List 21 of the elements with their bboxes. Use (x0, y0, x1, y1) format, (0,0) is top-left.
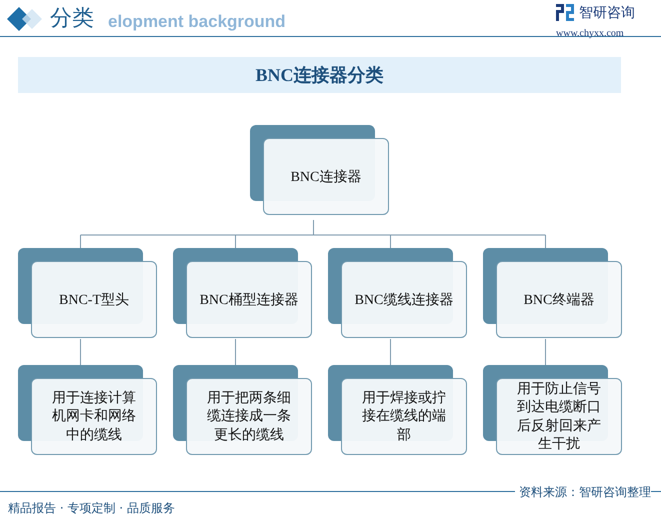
header-subtitle: elopment background (108, 12, 286, 32)
category-node: BNC缆线连接器 (341, 261, 467, 338)
connector-line (235, 338, 236, 366)
description-node: 用于把两条细缆连接成一条更长的缆线 (186, 378, 312, 455)
website-url: www.chyxx.com (556, 28, 624, 38)
title-banner: BNC连接器分类 (18, 57, 621, 93)
logo-name: 智研咨询 (579, 4, 635, 22)
category-node: BNC终端器 (496, 261, 622, 338)
description-node: 用于连接计算机网卡和网络中的缆线 (31, 378, 157, 455)
root-node: BNC连接器 (263, 138, 389, 215)
description-node: 用于焊接或拧接在缆线的端部 (341, 378, 467, 455)
logo-icon (556, 4, 574, 21)
connector-line (390, 338, 391, 366)
category-node: BNC-T型头 (31, 261, 157, 338)
connector-line (80, 338, 81, 366)
header-title: 分类 (50, 5, 94, 33)
connector-line (545, 338, 546, 366)
category-node: BNC桶型连接器 (186, 261, 312, 338)
source-note: 资料来源：智研咨询整理 (515, 484, 651, 501)
footer-slogan: 精品报告 · 专项定制 · 品质服务 (8, 500, 175, 517)
description-node: 用于防止信号到达电缆断口后反射回来产生干扰 (496, 378, 622, 455)
